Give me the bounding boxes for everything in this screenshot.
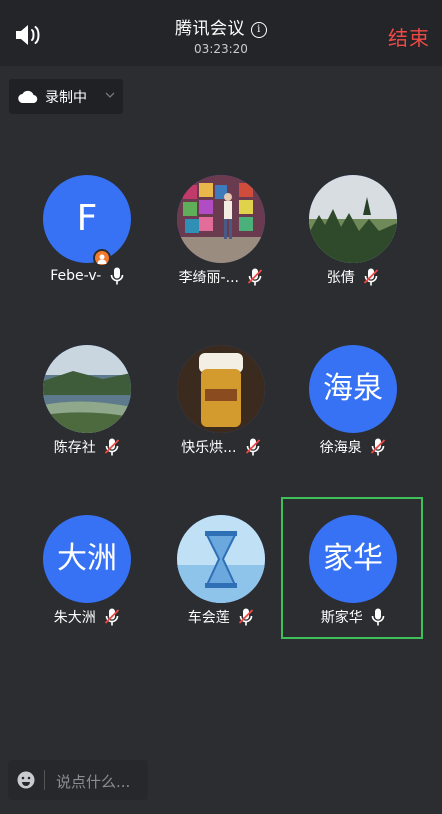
info-icon[interactable]: i bbox=[251, 22, 267, 38]
avatar-photo bbox=[177, 345, 265, 433]
mic-muted-icon bbox=[105, 438, 120, 456]
participant-name: 徐海泉 bbox=[319, 440, 362, 456]
participant-tile[interactable]: 车会莲 bbox=[149, 515, 293, 665]
participant-tile[interactable]: 张倩 bbox=[281, 175, 425, 325]
participant-tile[interactable]: 大洲 朱大洲 bbox=[15, 515, 159, 665]
avatar bbox=[177, 515, 265, 603]
participant-name: 李绮丽-... bbox=[178, 270, 239, 286]
avatar-photo bbox=[309, 175, 397, 263]
mic-muted-icon bbox=[245, 438, 261, 456]
participant-name: 斯家华 bbox=[320, 610, 363, 626]
participant-tile[interactable]: 快乐烘... bbox=[149, 345, 293, 495]
meeting-title: 腾讯会议 i bbox=[0, 14, 442, 39]
participant-tile[interactable]: 李绮丽-... bbox=[149, 175, 293, 325]
avatar-photo bbox=[177, 515, 265, 603]
participant-label: 陈存社 bbox=[15, 437, 159, 457]
avatar: 海泉 bbox=[309, 345, 397, 433]
cloud-icon bbox=[18, 90, 38, 103]
participant-label: 快乐烘... bbox=[149, 437, 293, 457]
participant-tile[interactable]: 海泉 徐海泉 bbox=[281, 345, 425, 495]
participant-tile[interactable]: F Febe-v- bbox=[15, 175, 159, 325]
microphone-icon bbox=[371, 608, 385, 626]
avatar bbox=[309, 175, 397, 263]
participant-tile[interactable]: 陈存社 bbox=[15, 345, 159, 495]
meeting-title-text: 腾讯会议 bbox=[175, 19, 245, 39]
participant-label: 朱大洲 bbox=[15, 607, 159, 627]
mic-muted-icon bbox=[105, 608, 120, 626]
avatar bbox=[177, 345, 265, 433]
participant-name: 张倩 bbox=[326, 270, 355, 286]
avatar-photo bbox=[177, 175, 265, 263]
recording-indicator[interactable]: 录制中 bbox=[9, 79, 123, 114]
participant-name: 车会莲 bbox=[187, 610, 230, 626]
emoji-icon[interactable] bbox=[17, 771, 35, 789]
mic-muted-icon bbox=[364, 268, 379, 286]
avatar bbox=[177, 175, 265, 263]
microphone-icon bbox=[110, 267, 124, 285]
avatar: F bbox=[43, 175, 131, 263]
participant-tile[interactable]: 家华 斯家华 bbox=[281, 515, 425, 665]
avatar: 大洲 bbox=[43, 515, 131, 603]
meeting-timer: 03:23:20 bbox=[194, 42, 248, 56]
chat-input[interactable]: 说点什么... bbox=[8, 760, 148, 800]
avatar: 家华 bbox=[309, 515, 397, 603]
participant-label: 徐海泉 bbox=[281, 437, 425, 457]
chevron-down-icon bbox=[105, 92, 115, 98]
participant-label: 张倩 bbox=[281, 267, 425, 287]
participant-label: 李绮丽-... bbox=[149, 267, 293, 287]
participant-label: Febe-v- bbox=[15, 267, 159, 285]
mic-muted-icon bbox=[239, 608, 254, 626]
top-bar: 腾讯会议 i 03:23:20 结束 bbox=[0, 0, 442, 66]
mic-muted-icon bbox=[371, 438, 386, 456]
participant-label: 车会莲 bbox=[149, 607, 293, 627]
divider bbox=[44, 770, 45, 790]
participant-name: 快乐烘... bbox=[181, 440, 237, 456]
avatar-photo bbox=[43, 345, 131, 433]
chat-placeholder: 说点什么... bbox=[56, 773, 131, 791]
host-badge-icon bbox=[93, 249, 111, 267]
mic-muted-icon bbox=[248, 268, 263, 286]
recording-label: 录制中 bbox=[45, 90, 87, 106]
end-meeting-button[interactable]: 结束 bbox=[388, 22, 430, 51]
participant-name: Febe-v- bbox=[50, 268, 102, 284]
participant-name: 朱大洲 bbox=[53, 610, 96, 626]
participant-label: 斯家华 bbox=[281, 607, 425, 627]
participant-name: 陈存社 bbox=[53, 440, 96, 456]
avatar bbox=[43, 345, 131, 433]
